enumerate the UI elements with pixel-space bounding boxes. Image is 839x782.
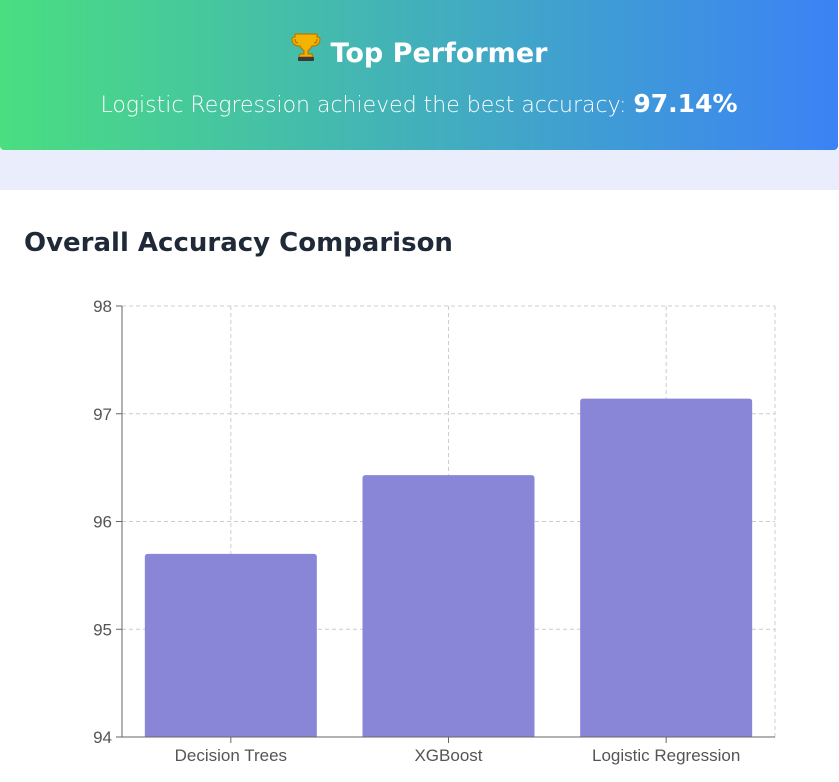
banner-title: Top Performer bbox=[0, 33, 838, 76]
top-performer-banner: Top Performer Logistic Regression achiev… bbox=[0, 0, 838, 150]
y-tick-label: 98 bbox=[93, 297, 112, 316]
section-divider bbox=[0, 150, 839, 190]
bar-xgboost bbox=[362, 475, 535, 737]
y-tick-label: 97 bbox=[93, 405, 112, 424]
accuracy-bar-chart: 94 95 96 97 98 Decision Trees XGBoost Logistic … bbox=[93, 297, 776, 765]
bar-decision-trees bbox=[144, 553, 317, 737]
x-tick-label: Decision Trees bbox=[175, 746, 287, 765]
y-tick-label: 94 bbox=[93, 728, 112, 747]
best-accuracy-value: 97.14% bbox=[633, 89, 738, 118]
y-tick-label: 96 bbox=[93, 513, 112, 532]
x-tick-label: XGBoost bbox=[414, 746, 482, 765]
x-tick-label: Logistic Regression bbox=[592, 746, 740, 765]
trophy-icon bbox=[290, 30, 321, 73]
banner-subtitle: Logistic Regression achieved the best ac… bbox=[0, 86, 838, 124]
banner-title-text: Top Performer bbox=[330, 38, 548, 69]
y-tick-label: 95 bbox=[93, 620, 112, 639]
accuracy-chart-card: Overall Accuracy Comparison 94 95 96 97 98 De… bbox=[0, 190, 839, 782]
bar-logistic-regression bbox=[580, 398, 753, 737]
banner-subtitle-text: Logistic Regression achieved the best ac… bbox=[100, 93, 634, 118]
